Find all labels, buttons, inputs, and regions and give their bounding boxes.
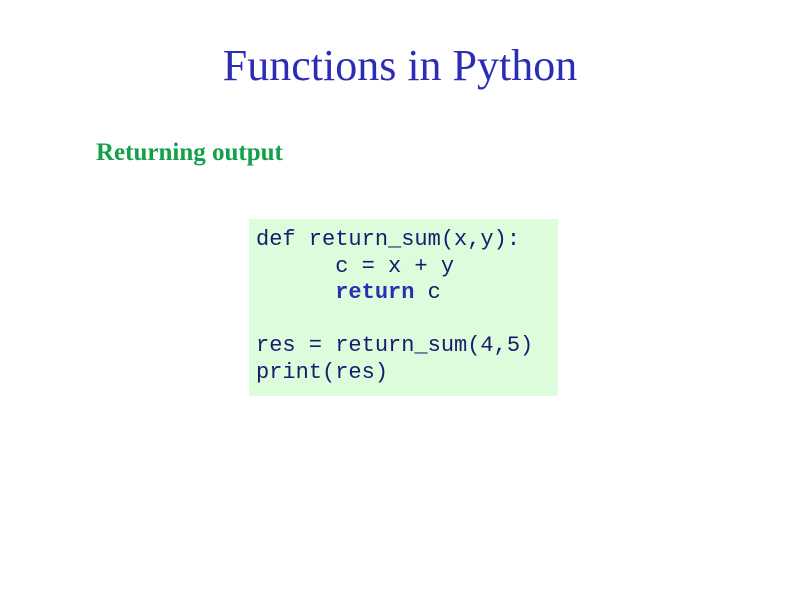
code-line-call: res = return_sum(4,5) [256,333,534,358]
slide: Functions in Python Returning output def… [0,0,800,600]
code-line-assign: c = x + y [256,254,558,281]
code-line-def: def return_sum(x,y): [256,227,521,252]
code-block: def return_sum(x,y): c = x + y return c … [249,219,558,396]
code-text: c = x + y [335,253,455,279]
slide-title: Functions in Python [222,41,578,90]
section-heading: Returning output [96,139,283,166]
code-line-print: print(res) [256,359,389,385]
return-keyword: return [335,280,415,305]
code-text: c [414,280,441,305]
code-line-return: return c [256,280,558,307]
